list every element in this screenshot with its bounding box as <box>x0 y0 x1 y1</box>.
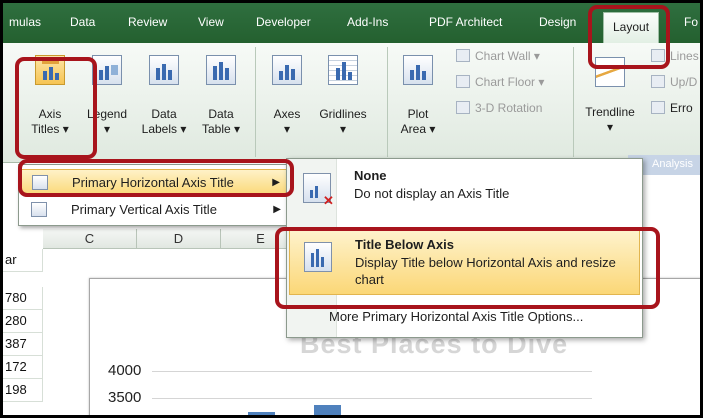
cell-row-2[interactable]: 780 <box>3 287 43 310</box>
lines-label: Lines <box>670 49 699 63</box>
chart-wall-icon <box>456 49 470 62</box>
rotation-button: 3-D Rotation <box>456 101 542 115</box>
axes-button[interactable]: Axes ▾ <box>265 55 309 137</box>
axes-icon <box>272 55 302 85</box>
highlight-title-below-axis <box>275 227 660 309</box>
more-axis-title-options[interactable]: More Primary Horizontal Axis Title Optio… <box>329 309 583 324</box>
chart-bar[interactable] <box>314 405 341 415</box>
chart-floor-label: Chart Floor ▾ <box>475 75 545 89</box>
tab-data[interactable]: Data <box>70 15 95 29</box>
none-title: None <box>354 168 387 183</box>
red-x-icon: ✕ <box>323 193 334 208</box>
chart-floor-button: Chart Floor ▾ <box>456 75 544 89</box>
column-header-d[interactable]: D <box>137 229 221 249</box>
data-labels-label: Data <box>151 107 177 121</box>
tab-add-ins[interactable]: Add-Ins <box>347 15 388 29</box>
y-tick-3500: 3500 <box>108 389 142 406</box>
submenu-arrow-icon: ▶ <box>273 204 281 215</box>
gridlines-label-2: ▾ <box>339 122 347 136</box>
column-header-c[interactable]: C <box>43 229 137 249</box>
y-tick-4000: 4000 <box>108 362 142 379</box>
tab-pdf-architect[interactable]: PDF Architect <box>429 15 502 29</box>
data-labels-button[interactable]: Data Labels ▾ <box>139 55 189 137</box>
data-table-label-2: Table ▾ <box>201 122 241 136</box>
tab-developer[interactable]: Developer <box>256 15 311 29</box>
cell-row-4[interactable]: 387 <box>3 333 43 356</box>
highlight-axis-titles <box>15 57 97 159</box>
gridlines-icon <box>328 55 358 85</box>
trendline-label: Trendline <box>585 105 635 119</box>
plot-area-icon <box>403 55 433 85</box>
cell-row-6[interactable]: 198 <box>3 379 43 402</box>
chart-wall-label: Chart Wall ▾ <box>475 49 540 63</box>
up-down-bars-label: Up/D <box>670 75 698 89</box>
primary-vertical-label: Primary Vertical Axis Title <box>71 202 217 217</box>
data-table-label: Data <box>208 107 234 121</box>
trendline-label-2: ▾ <box>606 120 614 134</box>
rotation-icon <box>456 101 470 114</box>
chart-wall-button: Chart Wall ▾ <box>456 49 540 63</box>
tab-view[interactable]: View <box>198 15 224 29</box>
up-down-bars-icon <box>651 75 665 88</box>
vertical-axis-title-icon <box>31 202 47 217</box>
plot-area-label-2: Area ▾ <box>400 122 436 136</box>
data-labels-label-2: Labels ▾ <box>141 122 187 136</box>
rotation-label: 3-D Rotation <box>475 101 543 115</box>
gridline-3500 <box>152 398 592 399</box>
highlight-layout-tab <box>588 5 670 69</box>
none-description: Do not display an Axis Title <box>354 186 510 201</box>
up-down-bars-button: Up/D <box>651 75 697 89</box>
tab-formulas[interactable]: mulas <box>9 15 41 29</box>
gridlines-button[interactable]: Gridlines ▾ <box>312 55 374 137</box>
chart-bar[interactable] <box>248 412 275 415</box>
error-bars-label: Erro <box>670 101 693 115</box>
data-labels-icon <box>149 55 179 85</box>
axes-label: Axes <box>273 107 301 121</box>
plot-area-button[interactable]: Plot Area ▾ <box>396 55 440 137</box>
plot-area-label: Plot <box>407 107 429 121</box>
axes-label-2: ▾ <box>283 122 291 136</box>
chart-floor-icon <box>456 75 470 88</box>
error-bars-button[interactable]: Erro <box>651 101 693 115</box>
excel-window: mulas Data Review View Developer Add-Ins… <box>0 0 703 418</box>
cell-row-5[interactable]: 172 <box>3 356 43 379</box>
cell-row-1[interactable]: ar <box>3 249 43 272</box>
cell-row-3[interactable]: 280 <box>3 310 43 333</box>
highlight-primary-horizontal <box>18 159 294 197</box>
tab-review[interactable]: Review <box>128 15 167 29</box>
gridline-4000 <box>152 371 592 372</box>
data-table-icon <box>206 55 236 85</box>
data-table-button[interactable]: Data Table ▾ <box>196 55 246 137</box>
tab-format[interactable]: Fo <box>684 15 698 29</box>
menu-item-none[interactable]: ✕ None Do not display an Axis Title <box>289 161 640 221</box>
menu-item-primary-vertical-axis-title[interactable]: Primary Vertical Axis Title ▶ <box>21 197 295 223</box>
gridlines-label: Gridlines <box>319 107 367 121</box>
error-bars-icon <box>651 101 665 114</box>
tab-design[interactable]: Design <box>539 15 576 29</box>
